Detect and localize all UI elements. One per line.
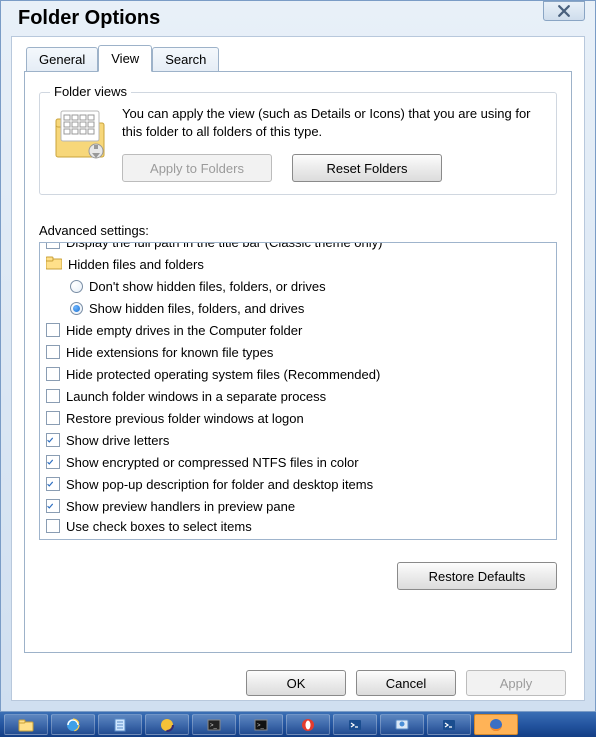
reset-folders-button[interactable]: Reset Folders <box>292 154 442 182</box>
taskbar-item-notepad[interactable] <box>98 714 142 735</box>
checkbox-icon[interactable] <box>46 242 60 249</box>
dialog-content: General View Search Folder views <box>11 36 585 701</box>
list-item-label: Show hidden files, folders, and drives <box>89 301 304 316</box>
list-item[interactable]: Show hidden files, folders, and drives <box>46 297 550 319</box>
list-item-label: Hidden files and folders <box>68 257 204 272</box>
list-item-label: Show encrypted or compressed NTFS files … <box>66 455 359 470</box>
folder-icon <box>46 256 62 273</box>
restore-defaults-button[interactable]: Restore Defaults <box>397 562 557 590</box>
checkbox-icon[interactable] <box>46 519 60 533</box>
list-item-label: Hide protected operating system files (R… <box>66 367 380 382</box>
cancel-button[interactable]: Cancel <box>356 670 456 696</box>
list-item[interactable]: Show preview handlers in preview pane <box>46 495 550 517</box>
advanced-settings-label: Advanced settings: <box>39 223 557 238</box>
taskbar-item-opera[interactable] <box>286 714 330 735</box>
radio-icon[interactable] <box>70 302 83 315</box>
folder-views-group: Folder views <box>39 92 557 195</box>
list-item-label: Display the full path in the title bar (… <box>66 242 382 250</box>
list-item-label: Use check boxes to select items <box>66 519 252 534</box>
rdp-icon <box>394 717 410 733</box>
titlebar: Folder Options <box>1 1 595 36</box>
powershell-icon <box>347 717 363 733</box>
list-item-label: Don't show hidden files, folders, or dri… <box>89 279 326 294</box>
eclipse-icon <box>159 717 175 733</box>
tab-general[interactable]: General <box>26 47 98 74</box>
folder-views-description: You can apply the view (such as Details … <box>122 105 544 140</box>
folder-views-right: You can apply the view (such as Details … <box>122 105 544 182</box>
folder-views-row: You can apply the view (such as Details … <box>52 105 544 182</box>
terminal-icon: >_ <box>253 717 269 733</box>
checkbox-icon[interactable] <box>46 477 60 491</box>
window-title: Folder Options <box>11 7 160 30</box>
checkbox-icon[interactable] <box>46 411 60 425</box>
dialog-buttons: OK Cancel Apply <box>246 670 566 696</box>
list-item-label: Show pop-up description for folder and d… <box>66 477 373 492</box>
ok-button[interactable]: OK <box>246 670 346 696</box>
taskbar-item-powershell2[interactable] <box>427 714 471 735</box>
list-item[interactable]: Use check boxes to select items <box>46 517 550 535</box>
taskbar-item-firefox[interactable] <box>474 714 518 735</box>
svg-text:>_: >_ <box>257 723 265 729</box>
list-item-label: Hide empty drives in the Computer folder <box>66 323 302 338</box>
tab-label: General <box>39 52 85 67</box>
radio-icon[interactable] <box>70 280 83 293</box>
list-item[interactable]: Restore previous folder windows at logon <box>46 407 550 429</box>
folder-icon <box>18 717 34 733</box>
tab-view[interactable]: View <box>98 45 152 72</box>
firefox-icon <box>488 717 504 733</box>
checkbox-icon[interactable] <box>46 499 60 513</box>
folder-options-window: Folder Options General View Search Folde… <box>0 0 596 712</box>
checkbox-icon[interactable] <box>46 455 60 469</box>
list-item[interactable]: Don't show hidden files, folders, or dri… <box>46 275 550 297</box>
taskbar-item-eclipse[interactable] <box>145 714 189 735</box>
tab-label: Search <box>165 52 206 67</box>
checkbox-icon[interactable] <box>46 345 60 359</box>
terminal-icon: >_ <box>206 717 222 733</box>
folder-views-icon <box>52 107 108 163</box>
taskbar-item-ie[interactable] <box>51 714 95 735</box>
tab-label: View <box>111 51 139 66</box>
checkbox-icon[interactable] <box>46 323 60 337</box>
svg-text:>_: >_ <box>210 723 218 729</box>
list-item[interactable]: Hide protected operating system files (R… <box>46 363 550 385</box>
taskbar-item-powershell[interactable] <box>333 714 377 735</box>
taskbar-item-terminal1[interactable]: >_ <box>192 714 236 735</box>
list-item[interactable]: Hide extensions for known file types <box>46 341 550 363</box>
opera-icon <box>300 717 316 733</box>
taskbar-item-rdp[interactable] <box>380 714 424 735</box>
restore-row: Restore Defaults <box>39 562 557 590</box>
powershell-icon <box>441 717 457 733</box>
notepad-icon <box>112 717 128 733</box>
list-item[interactable]: Show pop-up description for folder and d… <box>46 473 550 495</box>
list-item[interactable]: Launch folder windows in a separate proc… <box>46 385 550 407</box>
list-item[interactable]: Hidden files and folders <box>46 253 550 275</box>
list-item[interactable]: Hide empty drives in the Computer folder <box>46 319 550 341</box>
list-item[interactable]: Show drive letters <box>46 429 550 451</box>
close-icon <box>558 5 570 17</box>
checkbox-icon[interactable] <box>46 433 60 447</box>
folder-views-buttons: Apply to Folders Reset Folders <box>122 154 544 182</box>
list-item-label: Launch folder windows in a separate proc… <box>66 389 326 404</box>
list-item[interactable]: Display the full path in the title bar (… <box>46 242 550 253</box>
taskbar-item-terminal2[interactable]: >_ <box>239 714 283 735</box>
close-button[interactable] <box>543 1 585 21</box>
advanced-settings-list[interactable]: Display the full path in the title bar (… <box>39 242 557 540</box>
list-item-label: Hide extensions for known file types <box>66 345 273 360</box>
taskbar: >_ >_ <box>0 712 596 737</box>
apply-button[interactable]: Apply <box>466 670 566 696</box>
list-item-label: Show preview handlers in preview pane <box>66 499 295 514</box>
tab-panel-view: Folder views <box>24 71 572 653</box>
checkbox-icon[interactable] <box>46 389 60 403</box>
ie-icon <box>65 717 81 733</box>
list-item-label: Restore previous folder windows at logon <box>66 411 304 426</box>
checkbox-icon[interactable] <box>46 367 60 381</box>
taskbar-item-explorer[interactable] <box>4 714 48 735</box>
tab-strip: General View Search <box>26 45 572 72</box>
tab-search[interactable]: Search <box>152 47 219 74</box>
group-title: Folder views <box>50 84 131 99</box>
list-item-label: Show drive letters <box>66 433 169 448</box>
apply-to-folders-button[interactable]: Apply to Folders <box>122 154 272 182</box>
list-item[interactable]: Show encrypted or compressed NTFS files … <box>46 451 550 473</box>
